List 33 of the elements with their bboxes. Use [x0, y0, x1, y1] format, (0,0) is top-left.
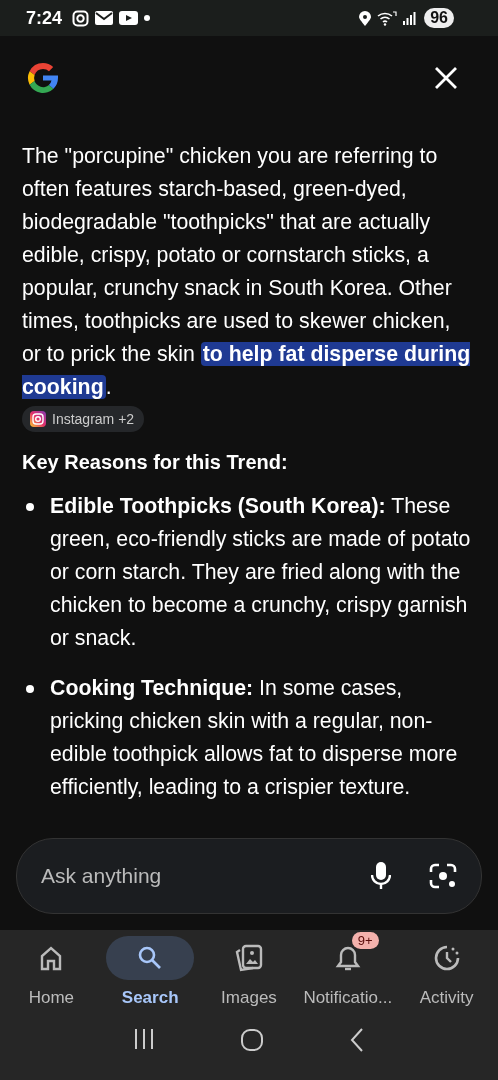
camera-icon[interactable] — [429, 863, 457, 889]
signal-icon — [403, 11, 417, 25]
back-icon[interactable] — [349, 1028, 366, 1052]
answer-paragraph: The "porcupine" chicken you are referring to often features starch-based, green-dyed, biodegradable "toothpicks" that are actually edible, crispy, potato or cornstarch sticks, a popular, crunchy snack in South Korea. Other times, toothpicks are used to skewer chicken, or to prick the skin to help fat disperse during cooking. — [22, 143, 472, 401]
activity-icon — [432, 944, 461, 972]
nav-tab[interactable]: Search — [101, 936, 200, 1026]
location-icon — [359, 10, 372, 26]
battery-level: 96 — [424, 8, 454, 28]
close-icon[interactable] — [434, 66, 458, 90]
bullet-icon — [26, 503, 34, 511]
section-heading: Key Reasons for this Trend: — [22, 451, 289, 474]
microphone-icon[interactable] — [371, 862, 391, 890]
clock: 7:24 — [26, 7, 63, 29]
youtube-icon — [119, 11, 139, 25]
instagram-icon — [30, 411, 46, 427]
notification-badge: 9+ — [351, 932, 379, 949]
dot-icon — [144, 15, 151, 21]
search-field[interactable]: Ask anything — [16, 838, 482, 914]
bullet-text: Cooking Technique: In some cases, pricking chicken skin with a regular, non-edible toothpick allows fat to disperse more efficiently, leading to a crispier texture. — [50, 675, 459, 801]
images-icon — [235, 944, 263, 972]
nav-tab[interactable]: Images — [200, 936, 298, 1026]
instagram-icon — [72, 9, 90, 27]
source-chip[interactable]: Instagram +2 — [22, 406, 145, 432]
nav-tab[interactable]: Activity — [397, 936, 496, 1026]
search-input[interactable]: Ask anything — [39, 863, 333, 889]
bell-icon — [334, 944, 361, 972]
mail-icon — [95, 11, 114, 25]
bullet-icon — [26, 685, 34, 693]
bullet-text: Edible Toothpicks (South Korea): These green, eco-friendly sticks are made of potato or corn starch. They are fried along with the chicken to become a crunchy, crispy garnish or snack. — [50, 493, 472, 652]
home-button-icon[interactable] — [240, 1028, 264, 1052]
wifi-icon — [377, 10, 398, 26]
recent-apps-icon[interactable] — [132, 1028, 155, 1050]
nav-tab[interactable]: Home — [2, 936, 101, 1026]
